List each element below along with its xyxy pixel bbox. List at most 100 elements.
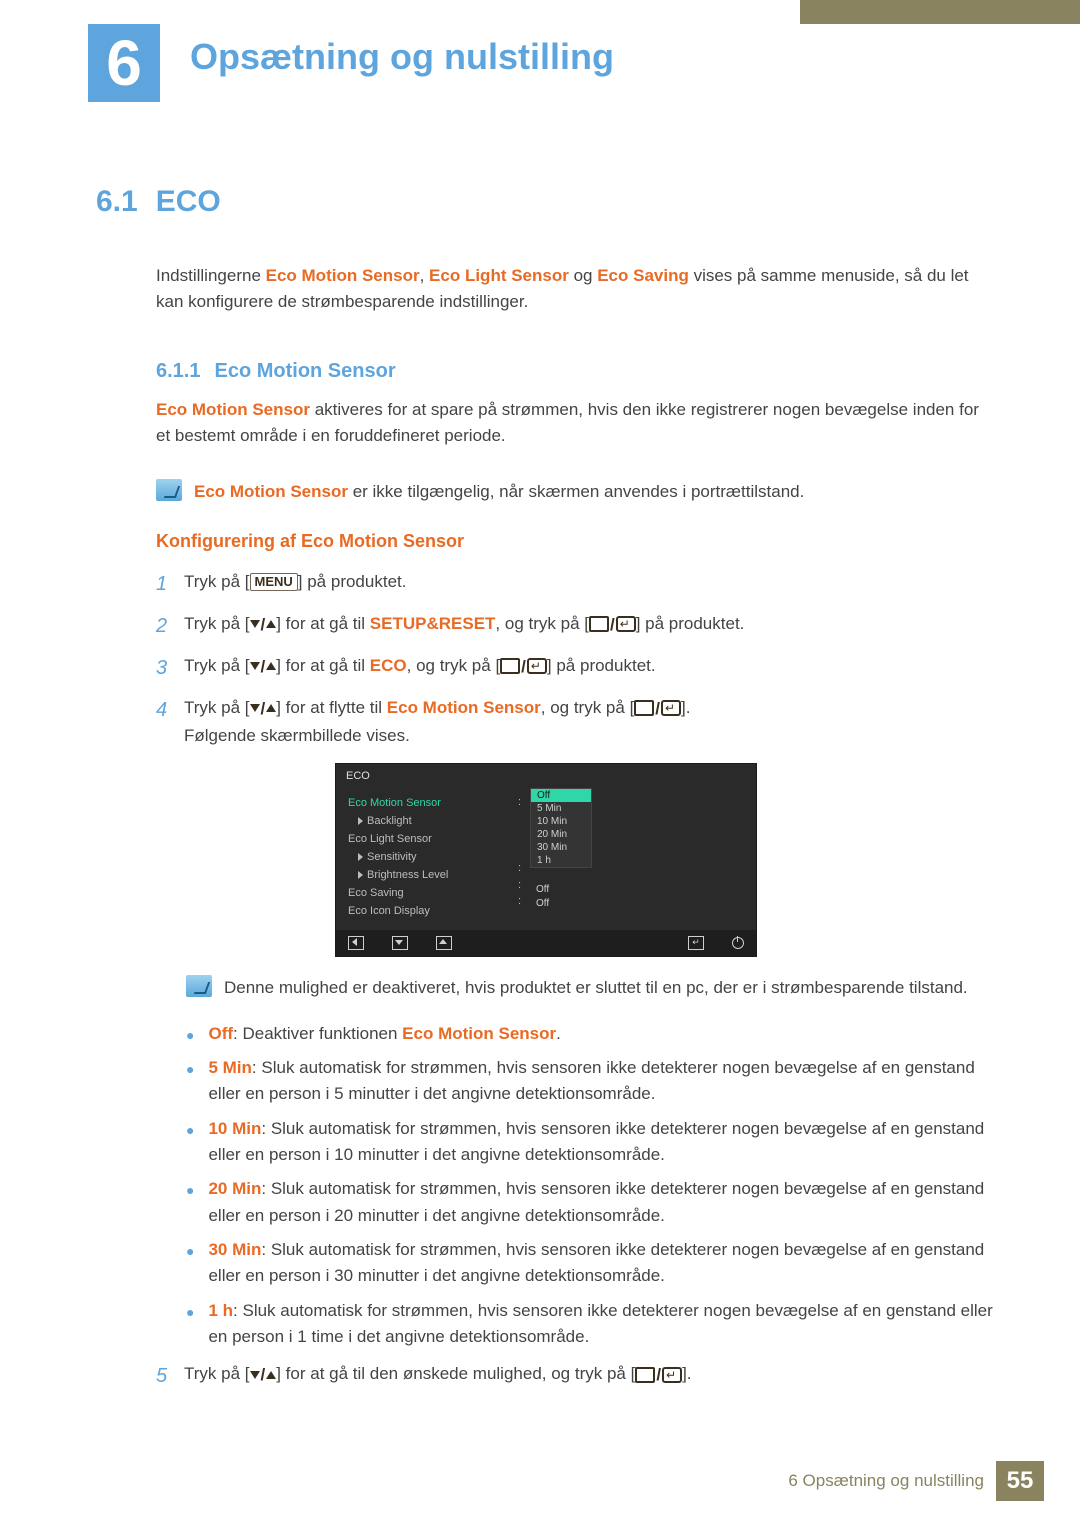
step-2: 2 Tryk på [ / ] for at gå til SETUP&RESET,… [156,610,996,642]
osd-colon [518,827,530,844]
step2-post: ] på produktet. [636,614,745,633]
bullet-dot-icon: ● [186,1241,194,1290]
osd-colon: : [518,794,530,811]
bullet-dot-icon: ● [186,1302,194,1351]
config-heading: Konfigurering af Eco Motion Sensor [156,531,996,552]
bullet-term: 20 Min [208,1179,261,1198]
target-eco-motion-sensor: Eco Motion Sensor [387,698,541,717]
step5-post: ]. [682,1364,691,1383]
bullet-item: ●Off: Deaktiver funktionen Eco Motion Se… [186,1021,996,1047]
menu-button-label: MENU [250,573,298,591]
step-number: 4 [156,694,184,726]
osd-option-list: Off5 Min10 Min20 Min30 Min1 h [530,788,592,868]
bullet-term: 10 Min [208,1119,261,1138]
section-title: ECO [156,185,221,218]
osd-power-icon [732,937,744,949]
intro-paragraph: Indstillingerne Eco Motion Sensor, Eco L… [156,263,996,316]
term-eco-saving: Eco Saving [597,266,689,285]
term-eco-motion-sensor: Eco Motion Sensor [156,400,310,419]
section-number: 6.1 [96,185,138,218]
osd-colon: : [518,893,530,910]
step-number: 1 [156,568,184,600]
bullet-dot-icon: ● [186,1120,194,1169]
box-enter-icon: / [589,611,636,638]
bullet-text: 5 Min: Sluk automatisk for strømmen, hvi… [208,1055,996,1108]
subsection-title: Eco Motion Sensor [214,360,395,382]
term-eco-motion-sensor: Eco Motion Sensor [266,266,420,285]
step-number: 5 [156,1360,184,1392]
step-number: 2 [156,610,184,642]
step3-mid: ] for at gå til [276,656,370,675]
bullet-term: 30 Min [208,1240,261,1259]
osd-menu-items: Eco Motion SensorBacklightEco Light Sens… [336,788,518,930]
note-2: Denne mulighed er deaktiveret, hvis prod… [186,975,996,1001]
osd-values: Off5 Min10 Min20 Min30 Min1 h Off Off [530,788,756,930]
step3-post: ] på produktet. [547,656,656,675]
term-eco-light-sensor: Eco Light Sensor [429,266,569,285]
step-4: 4 Tryk på [/] for at flytte til Eco Moti… [156,694,996,749]
down-up-icon: / [250,695,277,722]
bullet-text: 30 Min: Sluk automatisk for strømmen, hv… [208,1237,996,1290]
osd-item: Eco Motion Sensor [348,794,518,812]
step2-pre: Tryk på [ [184,614,250,633]
box-enter-icon: / [500,653,547,680]
bullet-item: ● 20 Min: Sluk automatisk for strømmen, h… [186,1176,996,1229]
step-3: 3 Tryk på [/] for at gå til ECO, og tryk… [156,652,996,684]
target-eco: ECO [370,656,407,675]
step4-mid: ] for at flytte til [276,698,387,717]
bullet-item: ● 1 h: Sluk automatisk for strømmen, hvis… [186,1298,996,1351]
osd-option: 5 Min [531,802,591,815]
osd-nav-bar: ↵ [336,930,756,956]
subsection-paragraph: Eco Motion Sensor aktiveres for at spare… [156,397,996,450]
intro-sep1: , [420,266,429,285]
step3-mid2: , og tryk på [ [407,656,501,675]
note-1: Eco Motion Sensor er ikke tilgængelig, n… [156,479,996,505]
bullet-dot-icon: ● [186,1059,194,1108]
box-enter-icon: / [634,695,681,722]
bullet-term: Off [208,1024,233,1043]
step2-mid: ] for at gå til [276,614,370,633]
footer-text: 6 Opsætning og nulstilling [788,1471,984,1491]
box-enter-icon: / [635,1361,682,1388]
note-text: Eco Motion Sensor er ikke tilgængelig, n… [194,479,804,505]
term-eco-motion-sensor: Eco Motion Sensor [194,482,348,501]
target-setup-reset: SETUP&RESET [370,614,496,633]
step4-pre: Tryk på [ [184,698,250,717]
osd-value-eco-icon: Off [530,898,746,909]
osd-value-eco-saving: Off [530,884,746,895]
bullet-item: ● 10 Min: Sluk automatisk for strømmen, h… [186,1116,996,1169]
bullet-text: 10 Min: Sluk automatisk for strømmen, hv… [208,1116,996,1169]
osd-left-icon [348,936,364,950]
note-icon [186,975,212,997]
bullet-text: 1 h: Sluk automatisk for strømmen, hvis … [208,1298,996,1351]
page-number: 55 [996,1461,1044,1501]
step4-mid2: , og tryk på [ [541,698,635,717]
bullet-text: 20 Min: Sluk automatisk for strømmen, hv… [208,1176,996,1229]
osd-option: Off [531,789,591,802]
top-stripe [800,0,1080,24]
step1-post: ] på produktet. [298,572,407,591]
bullet-item: ● 30 Min: Sluk automatisk for strømmen, h… [186,1237,996,1290]
step2-mid2: , og tryk på [ [495,614,589,633]
step5-pre: Tryk på [ [184,1364,250,1383]
note1-rest: er ikke tilgængelig, når skærmen anvende… [348,482,804,501]
step5-mid: ] for at gå til den ønskede mulighed, og… [276,1364,635,1383]
section-heading: 6.1 ECO [96,185,996,219]
osd-option: 10 Min [531,815,591,828]
bullet-item: ● 5 Min: Sluk automatisk for strømmen, hv… [186,1055,996,1108]
osd-option: 20 Min [531,828,591,841]
bullet-term: 1 h [208,1301,233,1320]
step-1: 1 Tryk på [MENU] på produktet. [156,568,996,600]
osd-title: ECO [336,764,756,788]
intro-sep2: og [569,266,597,285]
step4-post: ]. [681,698,690,717]
footer: 6 Opsætning og nulstilling 55 [788,1461,1044,1501]
osd-item: Eco Saving [348,884,518,902]
subsection-number: 6.1.1 [156,360,200,382]
osd-colon [518,811,530,828]
bullet-term2: Eco Motion Sensor [402,1024,556,1043]
osd-colon: : [518,877,530,894]
step4-line2: Følgende skærmbillede vises. [184,726,410,745]
bullet-dot-icon: ● [186,1180,194,1229]
step-5: 5 Tryk på [ /] for at gå til den ønskede … [156,1360,996,1392]
